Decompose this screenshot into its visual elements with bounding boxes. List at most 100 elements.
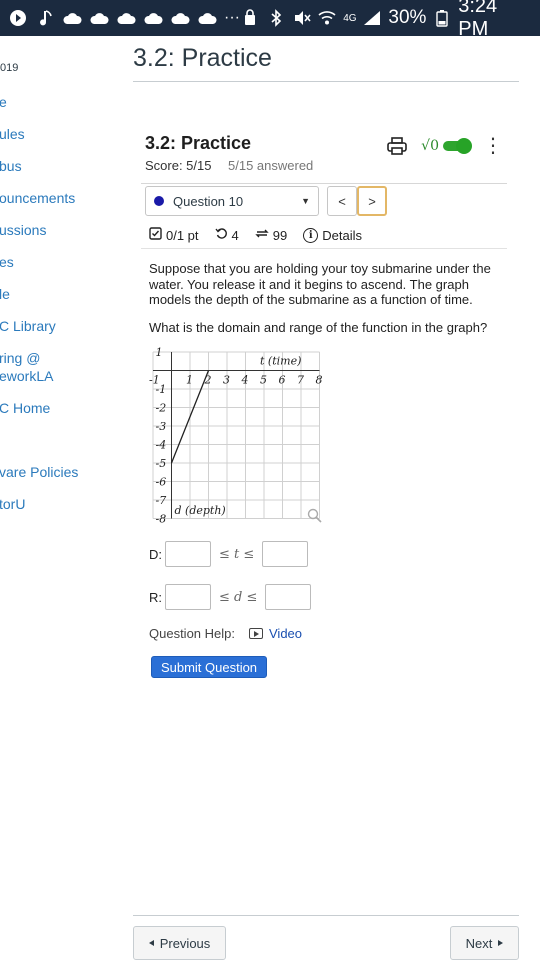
- next-button[interactable]: Next: [450, 926, 519, 960]
- question-points: 0/1 pt: [166, 227, 199, 243]
- course-nav: 019 e ules bus ouncements ussions es le …: [0, 36, 120, 960]
- chevron-left-icon: <: [338, 193, 346, 209]
- question-retries: 4: [231, 227, 239, 243]
- x-tick-label: 6: [279, 374, 286, 387]
- question-help-label: Question Help:: [149, 626, 235, 641]
- attempts-icon: [255, 227, 269, 243]
- app-icon: [8, 8, 28, 28]
- y-tick-label: -1: [156, 383, 167, 396]
- range-row: R: ≤ d ≤: [149, 584, 312, 610]
- nav-item-syllabus[interactable]: bus: [0, 158, 22, 174]
- y-axis-label: d (depth): [175, 504, 226, 517]
- previous-question-button[interactable]: <: [327, 186, 357, 216]
- music-icon: [35, 8, 55, 28]
- domain-max-input[interactable]: [262, 541, 309, 567]
- question-help: Question Help: Video: [149, 626, 302, 641]
- video-link[interactable]: Video: [269, 626, 302, 641]
- wifi-icon: [317, 8, 337, 28]
- footer-divider: [133, 915, 519, 916]
- y-tick-label: -5: [156, 457, 167, 470]
- depth-time-graph: -1 1 2 3 4 5 6 7 8 1 -1 -2 -3 -4 -5 -6 -7 -8 t (time) d (de…: [141, 340, 327, 526]
- y-tick-label: -8: [156, 513, 167, 526]
- details-link[interactable]: Details: [322, 228, 362, 243]
- x-tick-label: 1: [186, 374, 193, 387]
- nav-item-people[interactable]: le: [0, 286, 10, 302]
- cloud-icon: [62, 8, 82, 28]
- y-tick-label: 1: [156, 346, 163, 359]
- cloud-icon: [89, 8, 109, 28]
- range-min-input[interactable]: [165, 584, 211, 610]
- previous-label: Previous: [159, 935, 211, 951]
- range-label: R:: [149, 589, 162, 605]
- graph-svg: -1 1 2 3 4 5 6 7 81-1-2-3-4-5-6-7-8t (time)d (de…: [149, 346, 323, 526]
- nav-item-tutoring-line2[interactable]: eworkLA: [0, 368, 53, 384]
- battery-icon: [432, 8, 452, 28]
- page-title: 3.2: Practice: [133, 44, 272, 72]
- question-ask: What is the domain and range of the func…: [149, 320, 488, 335]
- assignment-score: Score: 5/15: [145, 158, 212, 173]
- triangle-left-icon: [148, 940, 154, 946]
- x-tick-label: 3: [223, 374, 230, 387]
- nav-item-library[interactable]: C Library: [0, 318, 56, 334]
- cloud-icon: [197, 8, 217, 28]
- question-status-dot: [154, 196, 164, 206]
- battery-percent: 30%: [388, 7, 427, 28]
- question-meta: 0/1 pt 4 99 i Details: [149, 227, 362, 243]
- chevron-right-icon: >: [368, 193, 376, 209]
- x-tick-label: 8: [316, 374, 323, 387]
- toggle-switch[interactable]: [443, 138, 472, 154]
- nav-item-tutoru[interactable]: torU: [0, 496, 25, 512]
- nav-item-discussions[interactable]: ussions: [0, 222, 46, 238]
- x-tick-label: 5: [260, 374, 267, 387]
- y-tick-label: -3: [156, 420, 167, 433]
- next-question-button[interactable]: >: [357, 186, 387, 216]
- y-tick-label: -7: [156, 494, 167, 507]
- cloud-icon: [170, 8, 190, 28]
- title-divider: [133, 81, 519, 82]
- y-tick-label: -4: [156, 439, 167, 452]
- next-label: Next: [465, 935, 493, 951]
- nav-item-college-home[interactable]: C Home: [0, 400, 50, 416]
- assignment-title: 3.2: Practice: [145, 133, 252, 153]
- info-icon[interactable]: i: [303, 227, 319, 243]
- range-max-input[interactable]: [265, 584, 312, 610]
- x-tick-label: 7: [297, 374, 304, 387]
- cloud-icon: [143, 8, 163, 28]
- nav-item-announcements[interactable]: ouncements: [0, 190, 75, 206]
- caret-down-icon: ▼: [301, 196, 310, 206]
- nav-item-home[interactable]: e: [0, 94, 7, 110]
- x-tick-label: 4: [241, 374, 249, 387]
- nav-item-modules[interactable]: ules: [0, 126, 25, 142]
- header-divider: [141, 183, 507, 184]
- status-bar-system: 4G 30% 3:24 PM: [240, 0, 532, 41]
- retry-icon: [214, 227, 228, 243]
- y-tick-label: -2: [156, 402, 167, 415]
- previous-button[interactable]: Previous: [133, 926, 226, 960]
- triangle-right-icon: [498, 940, 504, 946]
- nav-item-tutoring[interactable]: ring @: [0, 350, 40, 366]
- assignment-tools: √0 ⋮: [387, 136, 503, 156]
- video-icon[interactable]: [249, 628, 263, 639]
- course-term: 019: [0, 62, 19, 74]
- vibrate-lock-icon: [240, 8, 260, 28]
- submit-question-button[interactable]: Submit Question: [151, 656, 267, 678]
- question-select[interactable]: Question 10 ▼: [145, 186, 319, 216]
- bluetooth-icon: [266, 8, 286, 28]
- network-type: 4G: [343, 12, 357, 24]
- domain-min-input[interactable]: [165, 541, 211, 567]
- status-bar: ··· 4G 30% 3:24 PM: [0, 0, 540, 40]
- question-prompt: Suppose that you are holding your toy su…: [149, 261, 491, 308]
- more-options-icon[interactable]: ⋮: [483, 136, 503, 156]
- print-icon[interactable]: [387, 137, 407, 155]
- nav-item-software-policies[interactable]: vare Policies: [0, 464, 78, 480]
- meta-divider: [141, 248, 507, 249]
- domain-inequality: ≤ t ≤: [219, 546, 255, 562]
- status-bar-notifications: ···: [8, 8, 240, 28]
- mute-icon: [292, 8, 312, 28]
- checkbox-icon: [149, 227, 162, 243]
- nav-item-grades[interactable]: es: [0, 254, 14, 270]
- sqrt-icon: √0: [421, 138, 439, 154]
- question-attempts: 99: [272, 227, 288, 243]
- math-display-toggle[interactable]: √0: [421, 138, 472, 154]
- signal-icon: [363, 8, 383, 28]
